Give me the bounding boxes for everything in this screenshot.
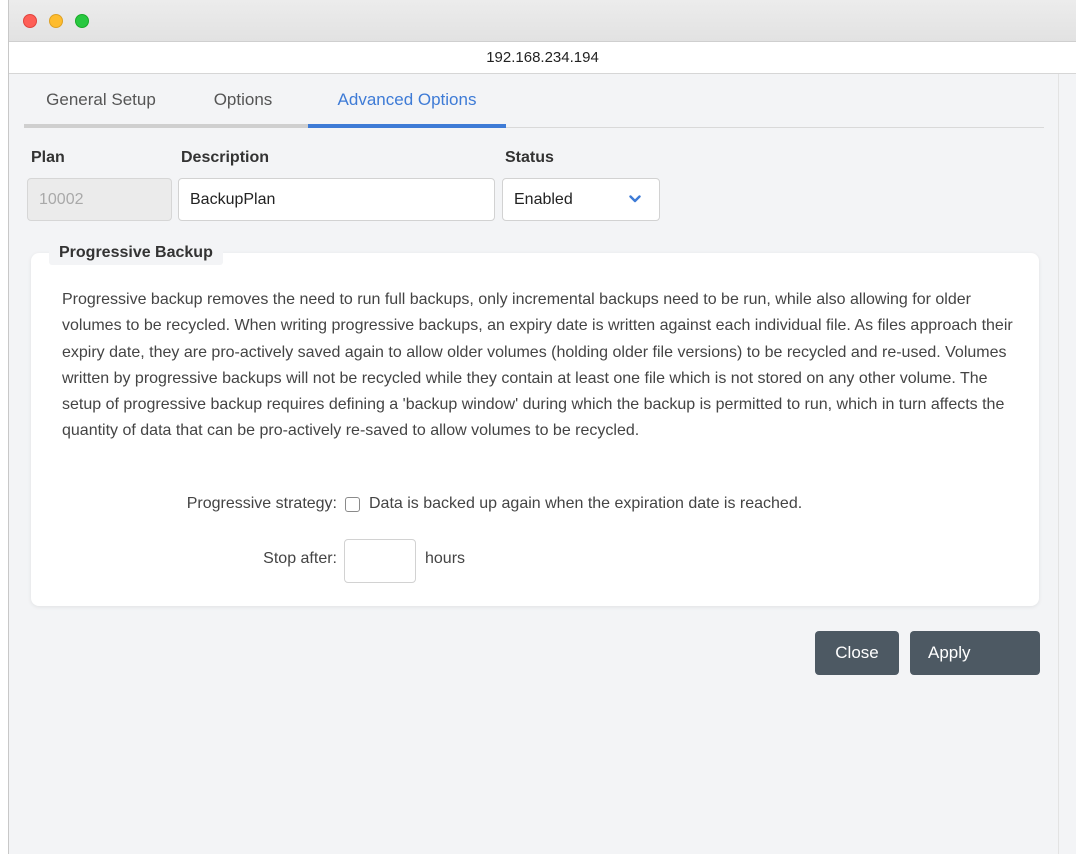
status-label: Status [505,149,554,166]
progressive-backup-description: Progressive backup removes the need to r… [62,291,1013,440]
close-window-icon[interactable] [23,14,37,28]
plan-input: 10002 [27,178,172,221]
tab-underline [24,124,178,128]
tab-options[interactable]: Options [178,74,308,128]
tab-underline [178,124,308,128]
progressive-strategy-label: Progressive strategy: [186,495,337,512]
tab-label: Options [213,90,273,109]
chevron-down-icon [629,195,641,203]
apply-button[interactable]: Apply [910,631,1040,675]
tab-label: General Setup [46,90,156,109]
hours-unit-label: hours [425,550,466,567]
status-select-value: Enabled [514,191,573,208]
progressive-backup-title: Progressive Backup [49,241,223,265]
description-input[interactable]: BackupPlan [178,178,495,221]
tab-label: Advanced Options [337,90,477,109]
zoom-window-icon[interactable] [75,14,89,28]
status-select[interactable]: Enabled [502,178,660,221]
tab-bar: General Setup Options Advanced Options [24,74,1044,128]
browser-window: 192.168.234.194 General Setup Options Ad… [8,0,1076,854]
progressive-strategy-checkbox-label[interactable]: Data is backed up again when the expirat… [369,495,802,513]
tab-underline [308,124,506,128]
scrollbar-track[interactable] [1058,74,1059,854]
close-button[interactable]: Close [815,631,899,675]
stop-after-label: Stop after: [263,550,337,567]
tab-general-setup[interactable]: General Setup [24,74,178,128]
description-label: Description [181,149,270,166]
address-bar: 192.168.234.194 [9,42,1076,74]
progressive-strategy-checkbox[interactable] [345,497,360,512]
tab-advanced-options[interactable]: Advanced Options [308,74,506,128]
title-bar [9,0,1076,42]
minimize-window-icon[interactable] [49,14,63,28]
plan-label: Plan [31,149,65,166]
stop-after-hours-input[interactable] [344,539,416,583]
